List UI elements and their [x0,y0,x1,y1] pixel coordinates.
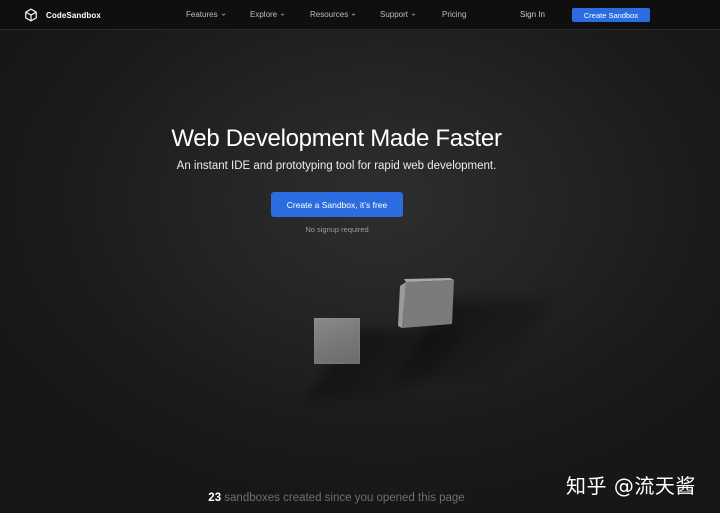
sandbox-count: 23 [208,492,222,504]
brand-name: CodeSandbox [46,10,101,20]
nav-item-support[interactable]: Support [380,10,416,19]
zhihu-watermark: 知乎 @流天酱 [566,474,696,498]
nav-item-resources[interactable]: Resources [310,10,356,19]
nav-item-label: Features [186,10,218,19]
codesandbox-cube-icon [24,8,38,22]
chevron-down-icon [411,12,416,17]
hero-title: Web Development Made Faster [171,125,502,152]
create-sandbox-button[interactable]: Create Sandbox [572,8,650,22]
brand-logo[interactable]: CodeSandbox [24,8,101,22]
chevron-down-icon [280,12,285,17]
chevron-down-icon [351,12,356,17]
nav-item-label: Explore [250,10,278,19]
sandbox-counter-text: sandboxes created since you opened this … [221,492,465,504]
top-nav: CodeSandbox Features Explore Resources S… [0,0,720,30]
sign-in-link[interactable]: Sign In [520,10,545,19]
create-sandbox-free-button[interactable]: Create a Sandbox, it’s free [271,192,403,217]
nav-item-pricing[interactable]: Pricing [442,10,466,19]
hero-background [0,31,720,513]
nav-item-label: Resources [310,10,349,19]
no-signup-note: No signup required [305,225,369,234]
nav-item-label: Pricing [442,10,467,19]
decorative-cube [314,318,360,364]
nav-item-features[interactable]: Features [186,10,226,19]
hero-subtitle: An instant IDE and prototyping tool for … [176,160,497,172]
chevron-down-icon [221,12,226,17]
decorative-cube [398,278,458,330]
nav-item-explore[interactable]: Explore [250,10,285,19]
nav-item-label: Support [380,10,409,19]
